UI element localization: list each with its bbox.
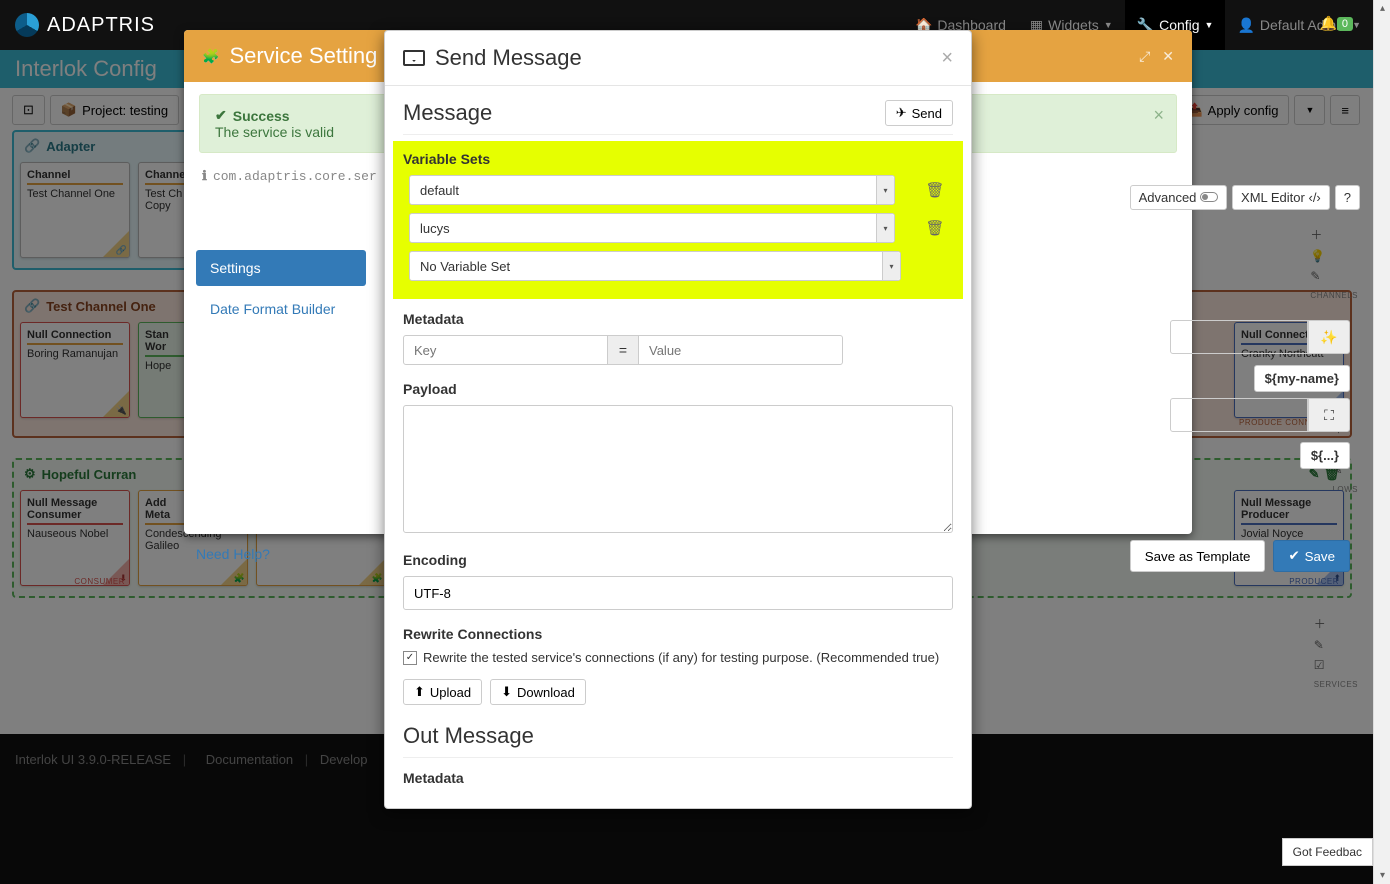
date-format-builder-link[interactable]: Date Format Builder (196, 294, 366, 326)
variable-set-select[interactable]: default▾ (409, 175, 895, 205)
chevron-down-icon: ▾ (876, 214, 894, 242)
chevron-down-icon: ▾ (882, 252, 900, 280)
expand-button[interactable]: ⛶ (1308, 398, 1350, 432)
settings-tab[interactable]: Settings (196, 250, 366, 286)
advanced-toggle[interactable]: Advanced (1130, 185, 1227, 210)
variable-set-select[interactable]: No Variable Set▾ (409, 251, 901, 281)
brand-text: ADAPTRIS (47, 14, 155, 37)
out-metadata-label: Metadata (403, 770, 953, 786)
checkbox-icon[interactable]: ✓ (403, 651, 417, 665)
save-template-button[interactable]: Save as Template (1130, 540, 1266, 572)
puzzle-icon: 🧩 (202, 48, 219, 65)
rewrite-connections-label: Rewrite Connections (403, 626, 953, 642)
trash-icon[interactable]: 🗑 (923, 219, 947, 237)
envelope-icon (403, 50, 425, 66)
save-button[interactable]: Save (1273, 540, 1350, 572)
varsub-token: ${...} (1300, 442, 1350, 469)
scroll-up-icon[interactable]: ▴ (1374, 0, 1390, 17)
encoding-label: Encoding (403, 552, 953, 568)
variable-set-select[interactable]: lucys▾ (409, 213, 895, 243)
name-token: ${my-name} (1254, 365, 1350, 392)
chevron-down-icon: ▾ (876, 176, 894, 204)
out-message-heading: Out Message (403, 723, 953, 758)
logo-icon (15, 13, 39, 37)
variable-sets-label: Variable Sets (403, 151, 953, 167)
send-button[interactable]: ✈ Send (885, 100, 953, 126)
expand-icon[interactable]: ⤢ (1139, 48, 1150, 65)
send-message-modal: Send Message × Message ✈ Send Variable S… (384, 30, 972, 809)
metadata-label: Metadata (403, 311, 953, 327)
xml-editor-button[interactable]: XML Editor ‹/› (1232, 185, 1330, 210)
trash-icon[interactable]: 🗑 (923, 181, 947, 199)
close-alert-icon[interactable]: × (1153, 105, 1164, 126)
need-help-link[interactable]: Need Help? (196, 546, 270, 562)
download-button[interactable]: ⬇ Download (490, 679, 586, 705)
notif-count: 0 (1337, 17, 1353, 31)
scrollbar-track[interactable]: ▴ ▾ (1373, 0, 1390, 884)
equals-sign: = (608, 335, 638, 365)
metadata-key-input[interactable] (403, 335, 608, 365)
notification-bell[interactable]: 🔔0 (1319, 15, 1353, 32)
service-modal-title: Service Setting (229, 43, 377, 69)
format-input-partial[interactable] (1170, 398, 1308, 432)
message-heading: Message (403, 100, 492, 126)
check-icon (215, 107, 227, 124)
rewrite-checkbox-label[interactable]: ✓ Rewrite the tested service's connectio… (403, 650, 953, 665)
variable-sets-highlight: Variable Sets default▾ 🗑 lucys▾ 🗑 No Var… (393, 141, 963, 299)
uid-input-partial[interactable] (1170, 320, 1308, 354)
close-icon[interactable]: ✕ (1162, 48, 1174, 65)
magic-wand-button[interactable]: ✨ (1308, 320, 1350, 354)
metadata-value-input[interactable] (638, 335, 843, 365)
rewrite-desc: Rewrite the tested service's connections… (423, 650, 939, 665)
feedback-tab[interactable]: Got Feedbac (1282, 838, 1373, 866)
payload-textarea[interactable] (403, 405, 953, 533)
close-icon[interactable]: × (941, 47, 953, 70)
brand[interactable]: ADAPTRIS (0, 13, 170, 37)
help-button[interactable]: ? (1335, 185, 1360, 210)
upload-button[interactable]: ⬆ Upload (403, 679, 482, 705)
scroll-down-icon[interactable]: ▾ (1374, 867, 1390, 884)
info-icon (202, 169, 207, 184)
payload-label: Payload (403, 381, 953, 397)
send-modal-title: Send Message (435, 45, 582, 71)
encoding-input[interactable] (403, 576, 953, 610)
